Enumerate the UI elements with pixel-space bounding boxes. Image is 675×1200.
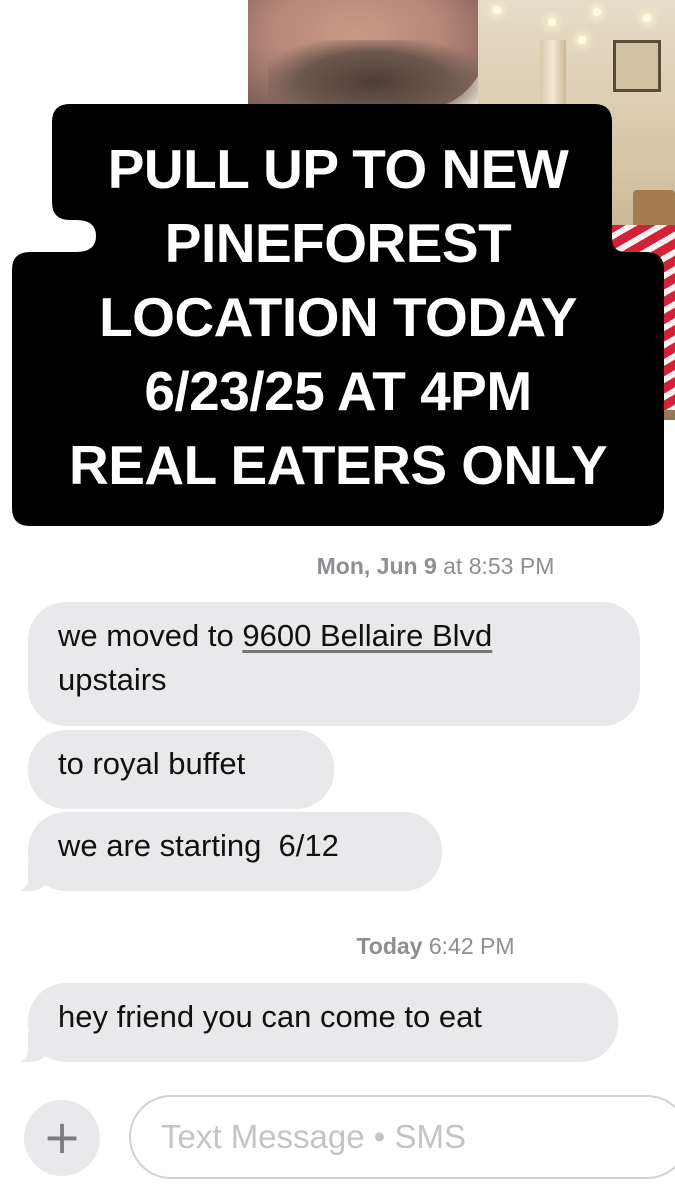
address-link[interactable]: 9600 Bellaire Blvd [242, 618, 492, 653]
timestamp-time: 6:42 PM [428, 933, 515, 959]
plus-icon: + [42, 1110, 82, 1164]
timestamp-day: Mon, Jun 9 [316, 553, 437, 579]
message-text: we are starting 6/12 [58, 828, 339, 863]
text-message-input[interactable] [129, 1095, 675, 1179]
story-caption-banner: PULL UP TO NEW PINEFOREST LOCATION TODAY… [12, 104, 664, 526]
ceiling-light [548, 18, 556, 26]
caption-line-1: PULL UP TO NEW [107, 138, 569, 200]
message-timestamp: Mon, Jun 9 at 8:53 PM [98, 553, 675, 580]
ceiling-light [643, 14, 651, 22]
caption-line-4: 6/23/25 AT 4PM [144, 360, 532, 422]
caption-line-3: LOCATION TODAY [99, 286, 577, 348]
ceiling-light [493, 6, 501, 14]
face-beard [268, 40, 478, 110]
caption-line-5: REAL EATERS ONLY [68, 434, 608, 496]
message-timestamp: Today 6:42 PM [98, 933, 675, 960]
incoming-message-bubble[interactable]: we moved to 9600 Bellaire Blvd upstairs [28, 602, 640, 726]
ceiling-light [578, 36, 586, 44]
caption-text: PULL UP TO NEW PINEFOREST LOCATION TODAY… [12, 132, 664, 502]
wall-picture-frame [613, 40, 661, 92]
incoming-message-bubble[interactable]: to royal buffet [28, 730, 334, 809]
ceiling-light [593, 8, 601, 16]
incoming-message-bubble[interactable]: hey friend you can come to eat [2, 983, 618, 1063]
message-text: to royal buffet [58, 746, 246, 781]
incoming-message-bubble[interactable]: we are starting 6/12 [2, 812, 442, 892]
timestamp-day: Today [356, 933, 423, 959]
message-text: we moved to [58, 618, 243, 653]
message-text: hey friend you can come to eat [58, 999, 482, 1034]
caption-line-2: PINEFOREST [164, 212, 512, 274]
timestamp-time: at 8:53 PM [443, 553, 555, 579]
plus-button[interactable]: + [24, 1100, 100, 1176]
message-text: upstairs [58, 662, 167, 697]
